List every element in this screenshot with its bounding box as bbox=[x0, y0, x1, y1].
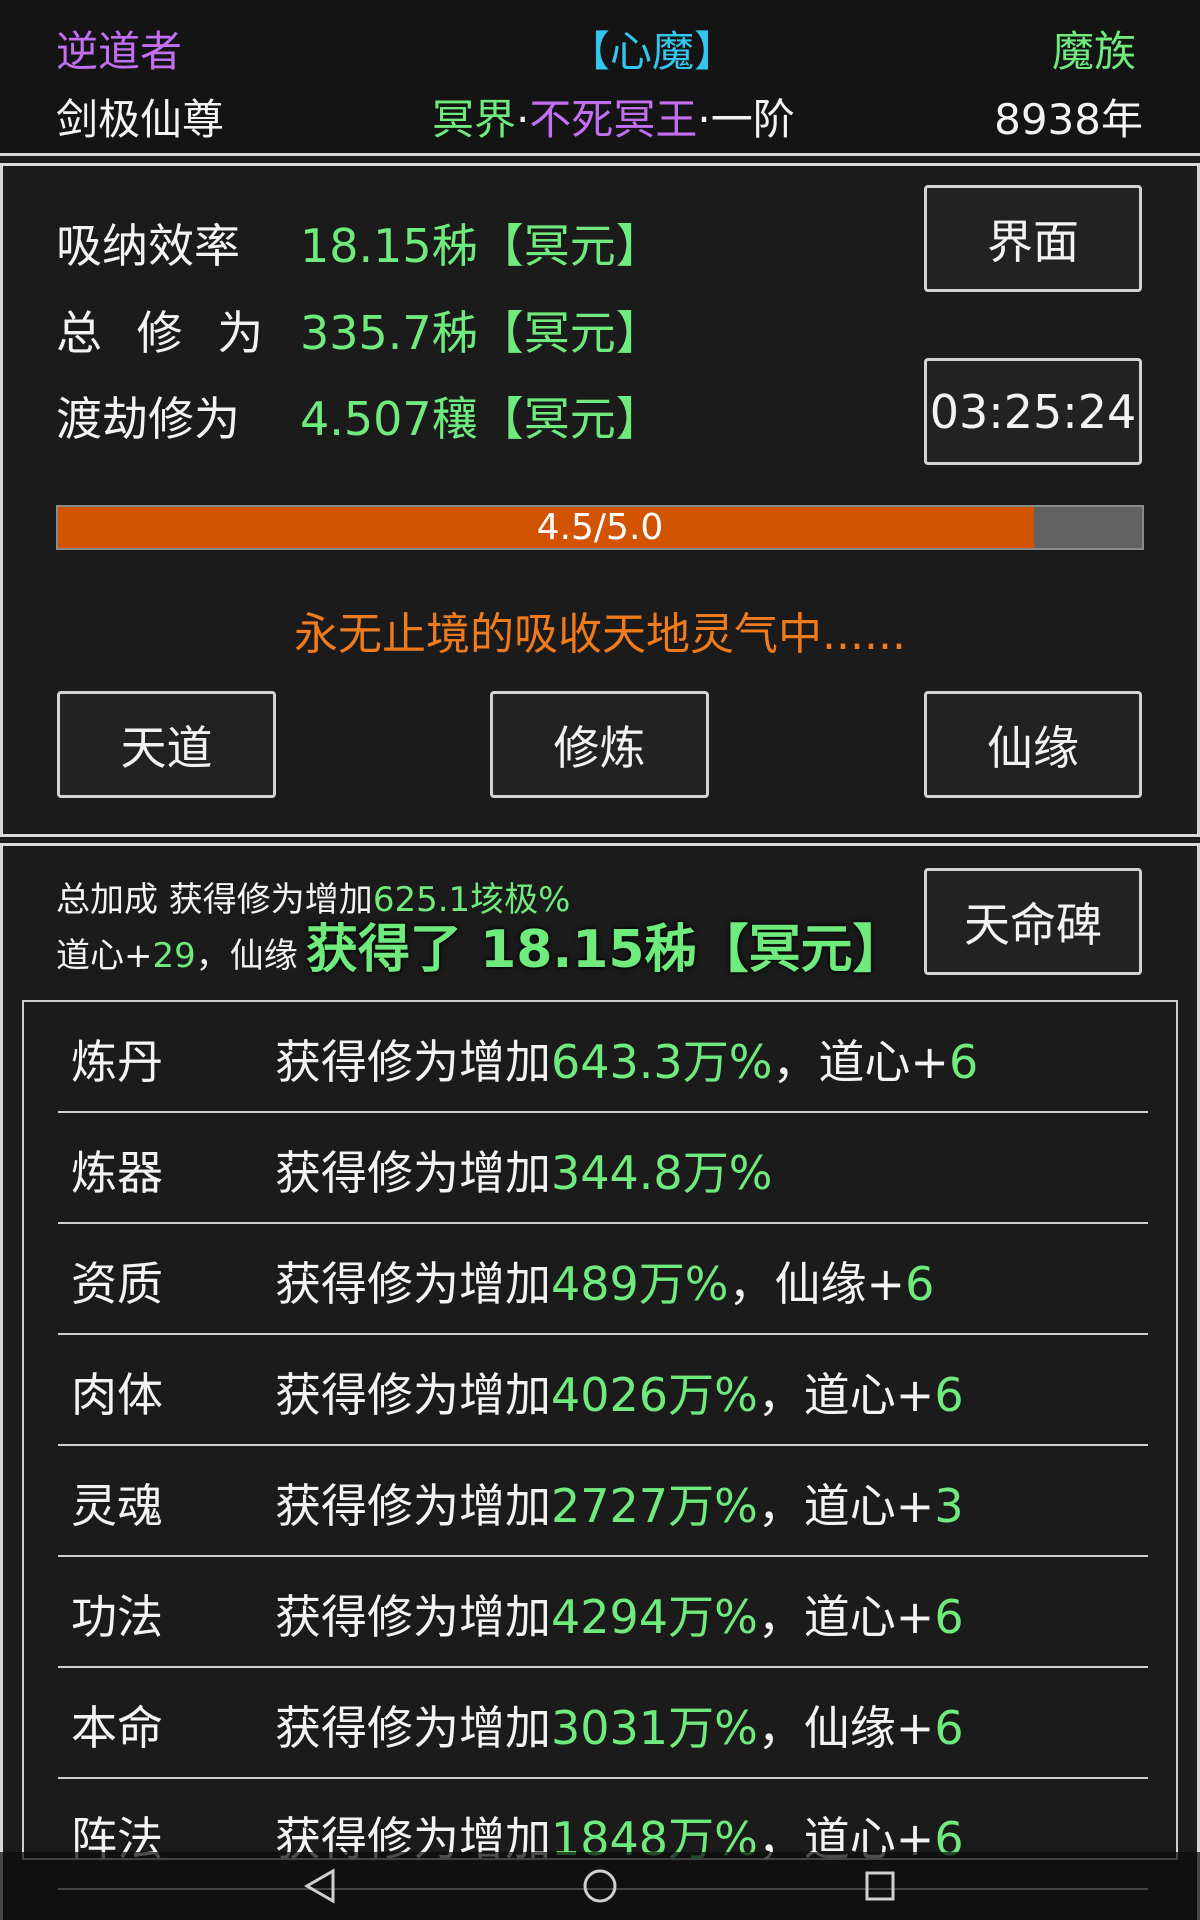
list-item[interactable]: 灵魂 获得修为增加2727万%，道心+3 bbox=[58, 1446, 1148, 1557]
recents-square-icon[interactable] bbox=[858, 1864, 902, 1908]
daoxin-value: 29 bbox=[152, 936, 196, 976]
bonus-suffix-value: 6 bbox=[934, 1701, 964, 1755]
realm-world: 冥界 bbox=[432, 95, 517, 144]
list-item-name: 灵魂 bbox=[71, 1479, 163, 1533]
bonus-value: 489万% bbox=[551, 1257, 729, 1311]
absorb-rate-value: 18.15秭【冥元】 bbox=[300, 219, 662, 273]
realm-separator: · bbox=[516, 95, 530, 144]
bonus-prefix: 获得修为增加 bbox=[275, 1701, 551, 1755]
bonus-value: 344.8万% bbox=[551, 1146, 773, 1200]
bonus-suffix-value: 3 bbox=[934, 1479, 964, 1533]
bonus-suffix: ，道心+ bbox=[757, 1368, 935, 1422]
bonus-prefix: 获得修为增加 bbox=[275, 1257, 551, 1311]
bonus-suffix-value: 6 bbox=[934, 1368, 964, 1422]
list-item-description: 获得修为增加4026万%，道心+6 bbox=[275, 1359, 964, 1425]
bonus-value: 4026万% bbox=[551, 1368, 758, 1422]
progress-text: 4.5/5.0 bbox=[536, 507, 664, 548]
bonus-prefix: 获得修为增加 bbox=[275, 1590, 551, 1644]
tribulation-value: 4.507穰【冥元】 bbox=[300, 392, 662, 446]
app-screen: 逆道者 【心魔】 魔族 剑极仙尊 冥界·不死冥王·一阶 8938年 吸纳效率 1… bbox=[0, 0, 1200, 1920]
list-item[interactable]: 肉体 获得修为增加4026万%，道心+6 bbox=[58, 1335, 1148, 1446]
divider bbox=[0, 834, 1200, 837]
system-navbar bbox=[0, 1852, 1200, 1920]
total-cultivation-value: 335.7秭【冥元】 bbox=[300, 306, 662, 360]
timer-button[interactable]: 03:25:24 bbox=[924, 358, 1142, 465]
age-years: 8938年 bbox=[994, 95, 1143, 144]
bonus-suffix-value: 6 bbox=[934, 1590, 964, 1644]
list-item-description: 获得修为增加4294万%，道心+6 bbox=[275, 1581, 964, 1647]
bonus-suffix-value: 6 bbox=[948, 1035, 979, 1089]
bonus-suffix: ，道心+ bbox=[757, 1479, 935, 1533]
tianming-stele-button[interactable]: 天命碑 bbox=[924, 868, 1142, 975]
bonus-suffix-value: 6 bbox=[905, 1257, 935, 1311]
list-item[interactable]: 资质 获得修为增加489万%，仙缘+6 bbox=[58, 1224, 1148, 1335]
bonus-prefix: 获得修为增加 bbox=[275, 1368, 551, 1422]
bonus-suffix: ，仙缘+ bbox=[728, 1257, 906, 1311]
bonus-suffix: ，仙缘+ bbox=[757, 1701, 935, 1755]
realm-separator: · bbox=[697, 95, 711, 144]
bonus-value: 4294万% bbox=[551, 1590, 758, 1644]
list-item[interactable]: 本命 获得修为增加3031万%，仙缘+6 bbox=[58, 1668, 1148, 1779]
realm-name: 不死冥王 bbox=[529, 95, 698, 144]
bonus-value: 2727万% bbox=[551, 1479, 758, 1533]
absorb-rate-label: 吸纳效率 bbox=[56, 219, 240, 273]
bonus-suffix: ，道心+ bbox=[757, 1590, 935, 1644]
list-item-description: 获得修为增加643.3万%，道心+6 bbox=[275, 1026, 978, 1092]
bonus-prefix: 获得修为增加 bbox=[275, 1146, 551, 1200]
home-circle-icon[interactable] bbox=[578, 1864, 622, 1908]
daoxin-xianyuan-line: 道心+29，仙缘 bbox=[56, 928, 298, 977]
tiandao-button[interactable]: 天道 bbox=[57, 691, 276, 798]
tribulation-label: 渡劫修为 bbox=[56, 392, 240, 446]
cultivation-progress-bar: 4.5/5.0 bbox=[56, 505, 1144, 550]
divider bbox=[0, 153, 1200, 156]
bonus-prefix: 获得修为增加 bbox=[275, 1035, 551, 1089]
list-item-description: 获得修为增加344.8万% bbox=[275, 1137, 772, 1203]
bonus-value: 643.3万% bbox=[551, 1035, 773, 1089]
realm-stage: 一阶 bbox=[710, 95, 795, 144]
list-item-description: 获得修为增加2727万%，道心+3 bbox=[275, 1470, 964, 1536]
list-item-description: 获得修为增加489万%，仙缘+6 bbox=[275, 1248, 934, 1314]
list-item-name: 资质 bbox=[71, 1257, 163, 1311]
list-item-name: 本命 bbox=[71, 1701, 163, 1755]
list-item-description: 获得修为增加3031万%，仙缘+6 bbox=[275, 1692, 964, 1758]
daoxin-label: 道心+ bbox=[56, 936, 153, 976]
bonus-value: 3031万% bbox=[551, 1701, 758, 1755]
list-item-name: 功法 bbox=[71, 1590, 163, 1644]
list-item[interactable]: 炼丹 获得修为增加643.3万%，道心+6 bbox=[58, 1002, 1148, 1113]
xianyuan-button[interactable]: 仙缘 bbox=[924, 691, 1142, 798]
list-item-name: 肉体 bbox=[71, 1368, 163, 1422]
list-item-name: 炼器 bbox=[71, 1146, 163, 1200]
list-item[interactable]: 功法 获得修为增加4294万%，道心+6 bbox=[58, 1557, 1148, 1668]
list-item-name: 炼丹 bbox=[71, 1035, 163, 1089]
heart-demon-title: 【心魔】 bbox=[568, 27, 737, 76]
bonus-prefix: 获得修为增加 bbox=[275, 1479, 551, 1533]
status-message: 永无止境的吸收天地灵气中...... bbox=[294, 609, 906, 660]
player-title: 逆道者 bbox=[56, 27, 183, 76]
race-label: 魔族 bbox=[1052, 27, 1137, 76]
bonus-suffix: ，道心+ bbox=[772, 1035, 949, 1089]
player-name: 剑极仙尊 bbox=[56, 95, 225, 144]
list-item[interactable]: 炼器 获得修为增加344.8万% bbox=[58, 1113, 1148, 1224]
interface-button[interactable]: 界面 bbox=[924, 185, 1142, 292]
total-cultivation-label: 总 修 为 bbox=[56, 306, 274, 360]
cultivate-button[interactable]: 修炼 bbox=[490, 691, 709, 798]
back-triangle-icon[interactable] bbox=[298, 1864, 342, 1908]
xianyuan-label: ，仙缘 bbox=[195, 936, 298, 976]
realm-label: 冥界·不死冥王·一阶 bbox=[432, 86, 795, 147]
gain-popup: 获得了 18.15秭【冥元】 bbox=[306, 920, 905, 980]
bonus-list: 炼丹 获得修为增加643.3万%，道心+6 炼器 获得修为增加344.8万% 资质 获得修… bbox=[22, 1000, 1178, 1890]
